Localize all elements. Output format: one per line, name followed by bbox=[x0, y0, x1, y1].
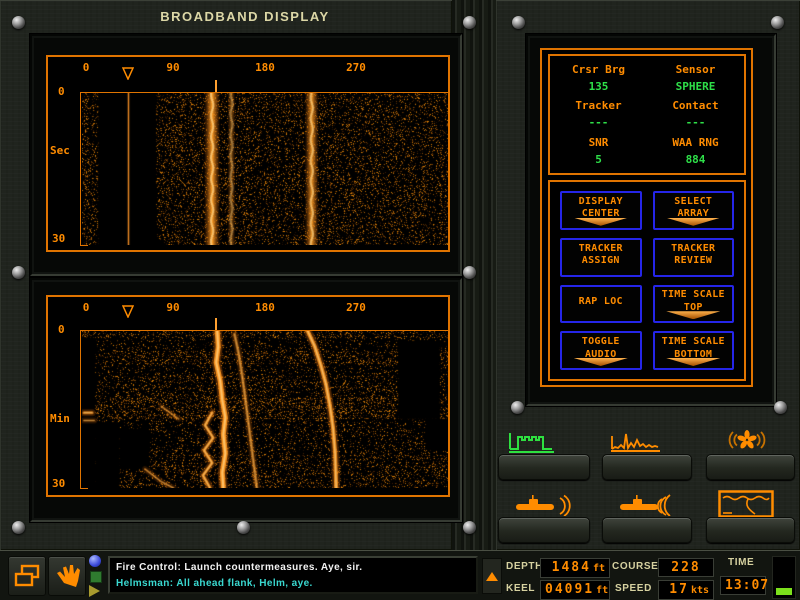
page-title: BROADBAND DISPLAY bbox=[0, 9, 490, 24]
bearing-marker-triangle-icon[interactable] bbox=[122, 65, 134, 78]
screw-icon bbox=[512, 16, 525, 29]
display-center-button[interactable]: DISPLAY CENTER bbox=[560, 191, 642, 230]
info-field-crsr-brg: Crsr Brg 135 bbox=[550, 63, 647, 93]
screw-icon bbox=[12, 521, 25, 534]
hand-icon bbox=[53, 562, 81, 590]
time-label: TIME bbox=[728, 557, 754, 568]
time-scale-bottom-button[interactable]: TIME SCALE BOTTOM bbox=[653, 331, 735, 370]
time-axis-unit-label: Min bbox=[50, 412, 70, 425]
depth-label: DEPTH bbox=[506, 561, 543, 572]
bearing-tick-label: 90 bbox=[166, 301, 179, 314]
status-light-play-icon bbox=[89, 585, 100, 597]
windows-stack-button[interactable] bbox=[8, 556, 46, 596]
towed-array-station-button[interactable] bbox=[602, 517, 692, 543]
flow-noise-station-button[interactable] bbox=[706, 454, 795, 480]
windows-stack-icon bbox=[13, 563, 41, 589]
broadband-waterfall-bottom[interactable]: 0 90 180 270 0 Min 30 bbox=[46, 295, 450, 497]
screw-icon bbox=[463, 521, 476, 534]
time-axis-top-label: 0 bbox=[58, 85, 65, 98]
selection-chevron-icon bbox=[574, 358, 628, 366]
course-label: COURSE bbox=[612, 561, 658, 572]
function-buttons-box: DISPLAY CENTER SELECT ARRAY TRACKER ASSI… bbox=[548, 180, 746, 381]
bearing-tick-label: 270 bbox=[346, 61, 366, 74]
selection-chevron-icon bbox=[666, 218, 720, 226]
time-scale-top-button[interactable]: TIME SCALE TOP bbox=[653, 285, 735, 324]
rap-loc-button[interactable]: RAP LOC bbox=[560, 285, 642, 324]
select-array-button[interactable]: SELECT ARRAY bbox=[653, 191, 735, 230]
cursor-bearing-tick bbox=[215, 318, 217, 330]
screw-icon bbox=[774, 401, 787, 414]
time-axis-bottom-label: 30 bbox=[52, 232, 65, 245]
level-gauge bbox=[773, 557, 795, 598]
narrowband-station-button[interactable] bbox=[602, 454, 692, 480]
passive-sonar-sub-icon bbox=[616, 492, 678, 520]
broadband-station-button[interactable] bbox=[498, 454, 590, 480]
depth-value: 1484ft bbox=[540, 558, 610, 578]
info-field-contact: Contact --- bbox=[647, 99, 744, 129]
course-value: 228 bbox=[658, 558, 714, 577]
waterfall-canvas-bottom[interactable] bbox=[82, 331, 448, 488]
speed-value: 17kts bbox=[658, 580, 714, 600]
selection-chevron-icon bbox=[666, 358, 720, 366]
info-field-waa-rng: WAA RNG 884 bbox=[647, 136, 744, 166]
info-field-sensor: Sensor SPHERE bbox=[647, 63, 744, 93]
bearing-tick-label: 90 bbox=[166, 61, 179, 74]
time-value: 13:07 bbox=[720, 576, 766, 595]
active-sonar-sub-icon bbox=[512, 492, 574, 520]
broadband-display-screen: BROADBAND DISPLAY 0 90 180 270 0 Sec 30 … bbox=[0, 0, 800, 600]
message-log: Fire Control: Launch countermeasures. Ay… bbox=[108, 556, 478, 594]
tracker-assign-button[interactable]: TRACKER ASSIGN bbox=[560, 238, 642, 277]
environment-station-button[interactable] bbox=[706, 517, 795, 543]
message-line: Helmsman: All ahead flank, Helm, aye. bbox=[116, 576, 470, 592]
screw-icon bbox=[237, 521, 250, 534]
screw-icon bbox=[463, 16, 476, 29]
screw-icon bbox=[463, 266, 476, 279]
up-triangle-icon bbox=[486, 572, 498, 581]
voice-command-button[interactable] bbox=[48, 556, 86, 596]
bearing-tick-label: 0 bbox=[83, 301, 90, 314]
active-intercept-station-button[interactable] bbox=[498, 517, 590, 543]
speed-label: SPEED bbox=[615, 583, 652, 594]
time-axis-top-label: 0 bbox=[58, 323, 65, 336]
info-field-tracker: Tracker --- bbox=[550, 99, 647, 129]
contact-info-box: Crsr Brg 135 Sensor SPHERE Tracker --- C… bbox=[548, 54, 746, 175]
message-line: Fire Control: Launch countermeasures. Ay… bbox=[116, 560, 470, 576]
toggle-audio-button[interactable]: TOGGLE AUDIO bbox=[560, 331, 642, 370]
selection-chevron-icon bbox=[666, 311, 720, 319]
level-gauge-fill bbox=[776, 588, 792, 595]
keel-value: 04091ft bbox=[540, 580, 610, 600]
tracker-review-button[interactable]: TRACKER REVIEW bbox=[653, 238, 735, 277]
bearing-tick-label: 180 bbox=[255, 301, 275, 314]
screw-icon bbox=[771, 16, 784, 29]
time-axis-bottom-label: 30 bbox=[52, 477, 65, 490]
cursor-bearing-tick bbox=[215, 80, 217, 92]
screw-icon bbox=[511, 401, 524, 414]
message-scroll-up-button[interactable] bbox=[482, 558, 502, 594]
selection-chevron-icon bbox=[574, 218, 628, 226]
bearing-tick-label: 0 bbox=[83, 61, 90, 74]
bearing-tick-label: 180 bbox=[255, 61, 275, 74]
waterfall-canvas-top[interactable] bbox=[82, 93, 448, 245]
screw-icon bbox=[12, 16, 25, 29]
info-field-snr: SNR 5 bbox=[550, 136, 647, 166]
bearing-marker-triangle-icon[interactable] bbox=[122, 303, 134, 316]
keel-label: KEEL bbox=[506, 583, 535, 594]
time-axis-unit-label: Sec bbox=[50, 144, 70, 157]
broadband-waterfall-top[interactable]: 0 90 180 270 0 Sec 30 bbox=[46, 55, 450, 252]
status-light-green-icon bbox=[90, 571, 102, 583]
bearing-tick-label: 270 bbox=[346, 301, 366, 314]
screw-icon bbox=[12, 266, 25, 279]
status-light-blue-icon bbox=[89, 555, 101, 567]
